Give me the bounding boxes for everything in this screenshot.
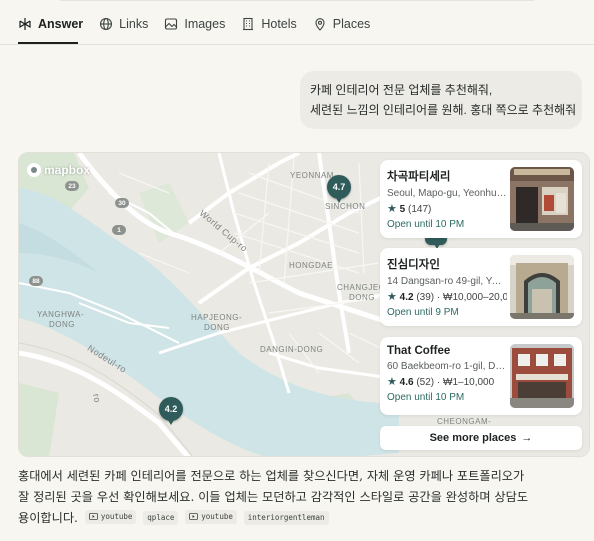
place-address: Seoul, Mapo-gu, Yeonhui-ro xyxy=(387,188,507,199)
building-icon xyxy=(243,17,254,31)
review-count: (39) xyxy=(416,292,435,303)
source-label: interiorgentleman xyxy=(247,513,325,522)
user-query-bubble: 카페 인테리어 전문 업체를 추천해줘, 세련된 느낌의 인테리어를 원해. 홍… xyxy=(300,71,582,129)
places-map[interactable]: mapbox 23 30 1 88 YEONNAM- SINCHON World… xyxy=(18,152,590,457)
source-chip-youtube[interactable]: youtube xyxy=(185,509,237,524)
image-icon xyxy=(165,18,178,30)
answer-line: 홍대에서 세련된 카페 인테리어를 전문으로 하는 업체를 찾으신다면, 자체 … xyxy=(18,469,525,483)
perplexity-icon xyxy=(19,18,31,30)
review-count: (52) xyxy=(416,377,435,388)
rating-value: 5 xyxy=(399,204,406,215)
tab-answer[interactable]: Answer xyxy=(18,17,83,31)
place-photo xyxy=(510,255,574,319)
map-label-yanghwa: YANGHWA- xyxy=(37,310,85,319)
query-line: 세련된 느낌의 인테리어를 원해. 홍대 쪽으로 추천해줘 xyxy=(310,103,577,117)
place-photo xyxy=(510,167,574,231)
globe-icon xyxy=(100,17,113,31)
active-tab-indicator xyxy=(18,42,78,44)
place-rating: ★ 4.2 (39) · ₩10,000–20,000 xyxy=(387,290,507,303)
tab-links[interactable]: Links xyxy=(99,17,148,31)
tab-label: Links xyxy=(119,17,149,31)
map-label-dangin: DANGIN-DONG xyxy=(260,345,324,354)
map-pin-icon xyxy=(315,18,325,31)
video-icon xyxy=(189,513,199,520)
place-photo xyxy=(510,344,574,408)
see-more-places-button[interactable]: See more places → xyxy=(380,426,582,450)
video-icon xyxy=(88,513,98,520)
star-icon: ★ xyxy=(387,203,397,215)
map-label-ro: ro xyxy=(91,393,103,404)
map-label-yanghwa-dong: DONG xyxy=(49,320,75,329)
tab-places[interactable]: Places xyxy=(313,17,371,31)
tab-hotels[interactable]: Hotels xyxy=(241,17,297,31)
source-label: youtube xyxy=(100,512,133,521)
source-label: youtube xyxy=(201,512,233,521)
answer-line: 잘 정리된 곳을 우선 확인해보세요. 이들 업체는 모던하고 감각적인 스타일… xyxy=(18,490,529,504)
tabs-divider xyxy=(0,44,594,45)
tab-label: Images xyxy=(184,17,226,31)
map-label-hongdae: HONGDAE xyxy=(289,261,333,270)
price-range: ₩10,000–20,000 xyxy=(443,292,507,303)
review-count: (147) xyxy=(408,204,432,215)
place-address: 14 Dangsan-ro 49-gil, Yeongdeungpo xyxy=(387,276,507,287)
tab-label: Answer xyxy=(38,17,84,31)
query-line: 카페 인테리어 전문 업체를 추천해줘, xyxy=(310,83,493,97)
star-icon: ★ xyxy=(387,291,397,303)
mapbox-label: mapbox xyxy=(44,163,91,177)
tab-images[interactable]: Images xyxy=(164,17,225,31)
price-range: ₩1–10,000 xyxy=(443,377,495,388)
answer-text: 홍대에서 세련된 카페 인테리어를 전문으로 하는 업체를 찾으신다면, 자체 … xyxy=(18,466,584,529)
arrow-right-icon: → xyxy=(521,432,533,444)
mapbox-logo-icon xyxy=(27,163,41,177)
answer-line-with-sources: 용이합니다. youtube qplace youtube interiorge… xyxy=(18,508,584,529)
place-rating: ★ 4.6 (52) · ₩1–10,000 xyxy=(387,376,495,388)
result-tabs: Answer Links Images Hotels Places xyxy=(18,14,370,34)
tab-label: Hotels xyxy=(261,17,297,31)
rating-value: 4.6 xyxy=(399,377,414,388)
road-badge: 23 xyxy=(65,181,79,191)
map-pin[interactable]: 4.2 xyxy=(159,397,183,425)
map-pin[interactable]: 4.7 xyxy=(327,175,351,203)
star-icon: ★ xyxy=(387,376,397,388)
road-badge: 1 xyxy=(112,225,126,235)
place-address: 60 Baekbeom-ro 1-gil, Daeheung xyxy=(387,361,507,372)
map-label-hapjeong-dong: DONG xyxy=(204,323,230,332)
road-badge: 30 xyxy=(115,198,129,208)
source-label: qplace xyxy=(147,513,175,522)
map-label-hapjeong: HAPJEONG- xyxy=(191,313,243,322)
top-divider xyxy=(60,0,534,1)
mapbox-attribution[interactable]: mapbox xyxy=(27,163,90,177)
source-chip-youtube[interactable]: youtube xyxy=(84,509,137,524)
source-chip-interiorgentleman[interactable]: interiorgentleman xyxy=(243,510,329,525)
see-more-label: See more places xyxy=(429,432,517,444)
place-card[interactable]: That Coffee 60 Baekbeom-ro 1-gil, Daeheu… xyxy=(380,337,582,415)
place-card[interactable]: 진심디자인 14 Dangsan-ro 49-gil, Yeongdeungpo… xyxy=(380,248,582,326)
place-card[interactable]: 차곡파티세리 Seoul, Mapo-gu, Yeonhui-ro ★ 5 (1… xyxy=(380,160,582,238)
rating-value: 4.2 xyxy=(399,292,414,303)
map-label-sinchon: SINCHON xyxy=(325,202,366,211)
tab-label: Places xyxy=(332,17,371,31)
map-label-changjeon-dong: DONG xyxy=(349,293,375,302)
answer-line: 용이합니다. xyxy=(18,511,78,525)
source-chip-qplace[interactable]: qplace xyxy=(143,510,179,525)
place-rating: ★ 5 (147) xyxy=(387,202,507,215)
road-badge: 88 xyxy=(29,276,43,286)
